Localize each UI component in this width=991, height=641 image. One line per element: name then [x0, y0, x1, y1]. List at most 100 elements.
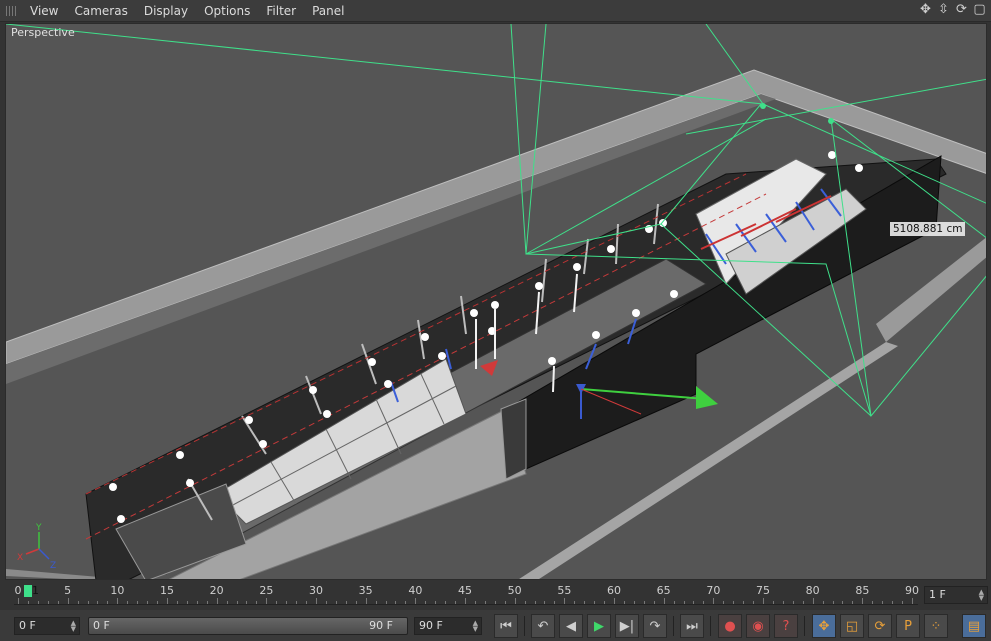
timeline-tick: [822, 601, 824, 604]
timeline-tick-label: 0: [14, 584, 22, 597]
next-key-button[interactable]: ↷: [643, 614, 667, 638]
timeline-tick: [77, 601, 79, 604]
timeline-tick: [623, 601, 625, 604]
timeline-tick-label: 30: [309, 584, 323, 597]
previous-frame-button[interactable]: ◀: [559, 614, 583, 638]
timeline-tick-label: 90: [905, 584, 919, 597]
perspective-viewport[interactable]: Perspective 5108.881 cm Y X Z: [5, 23, 987, 580]
record-scale-icon[interactable]: ◱: [840, 614, 864, 638]
timeline-tick: [713, 598, 715, 604]
timeline-tick: [335, 601, 337, 604]
timeline-tick: [276, 601, 278, 604]
timeline-ruler[interactable]: 0 5 10 15 20 25 30 35 40 45 50 55 60 65 70 75 80 85 90 1: [14, 583, 919, 607]
timeline-tick: [415, 598, 417, 604]
timeline-tick: [614, 598, 615, 604]
timeline-tick: [157, 601, 159, 604]
maximize-view-icon[interactable]: ▢: [972, 2, 987, 18]
record-rotation-icon[interactable]: ⟳: [868, 614, 892, 638]
timeline-tick: [37, 601, 39, 604]
timeline-tick: [107, 601, 109, 604]
menu-display[interactable]: Display: [136, 0, 196, 22]
timeline-tick: [425, 601, 427, 604]
timeline-tick: [832, 601, 834, 604]
go-to-end-button[interactable]: ⏭: [680, 614, 704, 638]
end-frame-field[interactable]: 90 F ▲ ▼: [414, 617, 482, 635]
timeline-tick-label: 15: [160, 584, 174, 597]
scene-render[interactable]: Y X Z: [6, 24, 987, 580]
keyframe-selection-button[interactable]: ?: [774, 614, 798, 638]
timeline-tick: [236, 601, 238, 604]
start-frame-field[interactable]: 0 F ▲ ▼: [14, 617, 80, 635]
timeline-tick-label: 5: [64, 584, 72, 597]
preview-range-slider[interactable]: 0 F 90 F: [88, 617, 408, 635]
timeline-scheme-icon[interactable]: ▤: [962, 614, 986, 638]
next-frame-button[interactable]: ▶|: [615, 614, 639, 638]
timeline-tick: [524, 601, 526, 604]
axis-z-label: Z: [50, 561, 56, 571]
timeline-tick: [842, 601, 844, 604]
timeline-tick: [18, 598, 19, 604]
timeline-tick: [286, 601, 288, 604]
timeline-tick: [812, 598, 814, 604]
rotate-view-icon[interactable]: ⟳: [954, 2, 969, 18]
timeline-tick: [792, 601, 794, 604]
menu-options[interactable]: Options: [196, 0, 258, 22]
timeline-tick: [902, 601, 904, 604]
timeline-tick-label: 25: [259, 584, 274, 597]
timeline-tick: [435, 601, 437, 604]
timeline-tick-label: 35: [358, 584, 373, 597]
timeline-tick: [147, 601, 149, 604]
measurement-readout: 5108.881 cm: [890, 222, 966, 236]
timeline-tick: [594, 601, 596, 604]
move-view-icon[interactable]: ✥: [918, 2, 933, 18]
camera-point[interactable]: [760, 103, 766, 109]
timeline-tick: [802, 601, 804, 604]
current-frame-field[interactable]: 1 F ▲ ▼: [924, 586, 988, 604]
timeline-tick: [474, 601, 476, 604]
panel-grip-handle[interactable]: [0, 0, 22, 22]
timeline-tick: [256, 601, 258, 604]
timeline-tick: [643, 601, 645, 604]
current-frame-label: 1: [32, 584, 39, 597]
timeline-tick: [604, 601, 606, 604]
viewport-camera-label: Perspective: [11, 26, 75, 39]
world-axis-indicator: Y X Z: [17, 523, 56, 571]
previous-key-button[interactable]: ↶: [531, 614, 555, 638]
timeline-tick: [584, 601, 586, 604]
menu-filter[interactable]: Filter: [258, 0, 304, 22]
timeline-tick: [216, 598, 218, 604]
timeline-tick: [753, 601, 755, 604]
timeline-tick: [87, 601, 89, 604]
go-to-start-button[interactable]: ⏮: [494, 614, 518, 638]
menu-cameras[interactable]: Cameras: [66, 0, 135, 22]
record-parameter-icon[interactable]: P: [896, 614, 920, 638]
record-point-level-icon[interactable]: ⁘: [924, 614, 948, 638]
timeline-tick-label: 65: [656, 584, 671, 597]
timeline-tick: [872, 601, 874, 604]
timeline-tick: [465, 598, 466, 604]
timeline-tick: [296, 601, 298, 604]
timeline-tick: [782, 601, 784, 604]
timeline-tick: [127, 601, 129, 604]
autokey-button[interactable]: ◉: [746, 614, 770, 638]
menu-view[interactable]: View: [22, 0, 66, 22]
timeline-tick-label: 85: [855, 584, 870, 597]
timeline-tick: [355, 601, 357, 604]
record-position-icon[interactable]: ✥: [812, 614, 836, 638]
timeline-tick: [395, 601, 397, 604]
timeline-tick: [852, 601, 854, 604]
timeline-tick-label: 80: [805, 584, 820, 597]
menu-panel[interactable]: Panel: [304, 0, 352, 22]
timeline-playhead[interactable]: [24, 585, 32, 597]
camera-target-point[interactable]: [828, 118, 834, 124]
timeline-tick: [544, 601, 546, 604]
zoom-view-icon[interactable]: ⇳: [936, 2, 951, 18]
timeline-tick: [137, 601, 139, 604]
play-button[interactable]: ▶: [587, 614, 611, 638]
timeline-tick: [693, 601, 695, 604]
timeline-tick: [633, 601, 635, 604]
record-keys-button[interactable]: ●: [718, 614, 742, 638]
timeline-tick: [673, 601, 675, 604]
axis-x-label: X: [17, 553, 23, 563]
timeline-tick: [306, 601, 308, 604]
